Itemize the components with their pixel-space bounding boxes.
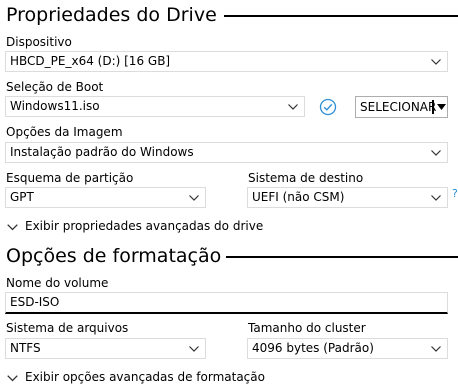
chevron-down-icon — [430, 143, 442, 162]
boot-selection-dropdown[interactable]: Windows11.iso — [5, 96, 305, 117]
volume-label-label: Nome do volume — [6, 276, 109, 290]
help-icon[interactable]: ? — [452, 187, 458, 200]
split-divider — [432, 100, 434, 114]
volume-label-input[interactable]: ESD-ISO — [5, 292, 448, 314]
caret-down-icon[interactable] — [436, 97, 447, 117]
target-system-dropdown[interactable]: UEFI (não CSM) — [247, 187, 448, 208]
advanced-format-toggle-label: Exibir opções avançadas de formatação — [25, 370, 265, 384]
advanced-drive-toggle[interactable]: Exibir propriedades avançadas do drive — [7, 219, 263, 234]
boot-selection-label: Seleção de Boot — [6, 80, 104, 94]
file-system-value: NTFS — [10, 341, 41, 355]
advanced-drive-toggle-label: Exibir propriedades avançadas do drive — [25, 219, 264, 233]
select-button-label: SELECIONAR — [360, 100, 437, 114]
image-options-label: Opções da Imagem — [6, 125, 123, 139]
file-system-label: Sistema de arquivos — [6, 321, 129, 335]
image-options-value: Instalação padrão do Windows — [10, 145, 194, 159]
chevron-down-icon — [430, 188, 442, 207]
section-divider — [226, 256, 458, 258]
device-value: HBCD_PE_x64 (D:) [16 GB] — [10, 54, 171, 68]
device-label: Dispositivo — [6, 35, 72, 49]
cluster-size-dropdown[interactable]: 4096 bytes (Padrão) — [247, 338, 448, 359]
select-image-button[interactable]: SELECIONAR — [355, 96, 448, 118]
check-circle-icon[interactable] — [319, 98, 337, 116]
chevron-down-icon — [430, 339, 442, 358]
chevron-down-icon — [430, 52, 442, 71]
cluster-size-value: 4096 bytes (Padrão) — [252, 341, 374, 355]
chevron-down-icon — [287, 97, 299, 116]
partition-scheme-value: GPT — [10, 190, 34, 204]
file-system-dropdown[interactable]: NTFS — [5, 338, 206, 359]
volume-label-value: ESD-ISO — [10, 295, 60, 309]
section-divider — [224, 15, 458, 17]
boot-selection-value: Windows11.iso — [10, 99, 100, 113]
format-options-heading: Opções de formatação — [6, 245, 222, 267]
cluster-size-label: Tamanho do cluster — [248, 321, 366, 335]
image-options-dropdown[interactable]: Instalação padrão do Windows — [5, 142, 448, 163]
target-system-label: Sistema de destino — [248, 171, 364, 185]
advanced-format-toggle[interactable]: Exibir opções avançadas de formatação — [7, 370, 265, 385]
chevron-down-icon — [188, 188, 200, 207]
chevron-down-icon — [188, 339, 200, 358]
partition-scheme-label: Esquema de partição — [6, 171, 134, 185]
chevron-down-icon — [7, 371, 19, 385]
chevron-down-icon — [7, 220, 19, 234]
drive-properties-heading: Propriedades do Drive — [6, 4, 217, 26]
target-system-value: UEFI (não CSM) — [252, 190, 345, 204]
device-dropdown[interactable]: HBCD_PE_x64 (D:) [16 GB] — [5, 51, 448, 72]
partition-scheme-dropdown[interactable]: GPT — [5, 187, 206, 208]
rufus-main-panel: Propriedades do Drive Dispositivo HBCD_P… — [0, 0, 458, 388]
